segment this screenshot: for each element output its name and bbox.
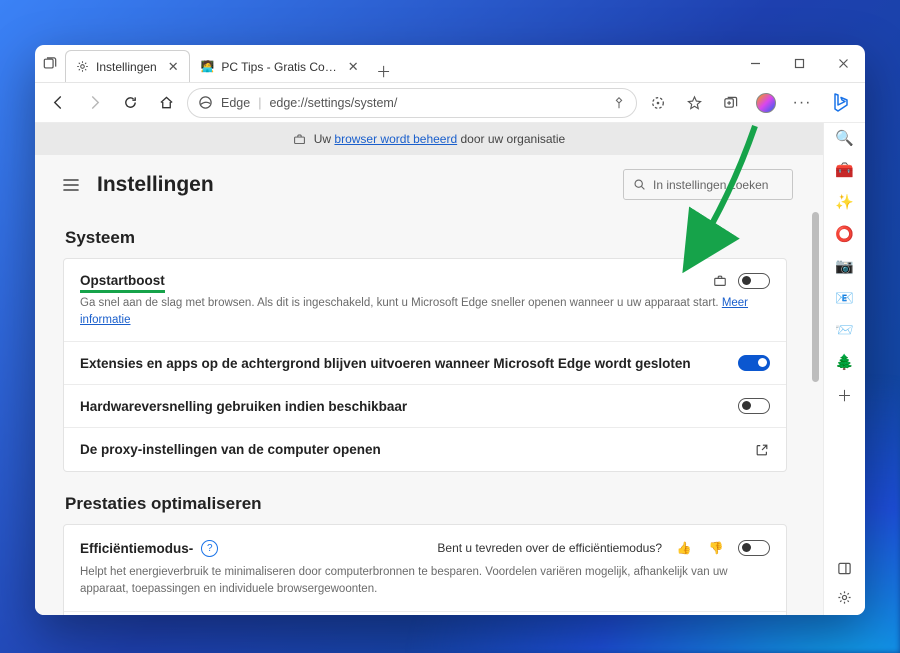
new-tab-button[interactable]: ＋: [370, 61, 398, 82]
more-button[interactable]: ···: [787, 88, 817, 118]
maximize-button[interactable]: [777, 45, 821, 82]
settings-search[interactable]: In instellingen zoeken: [623, 169, 793, 200]
collections-icon[interactable]: [715, 88, 745, 118]
back-button[interactable]: [43, 88, 73, 118]
external-link-icon: [753, 441, 770, 458]
perf-card: Efficiëntiemodus- ? Bent u tevreden over…: [63, 524, 787, 615]
system-card: Opstartboost Ga snel aan de slag met bro…: [63, 258, 787, 472]
tab-label: Instellingen: [96, 60, 157, 74]
favorites-icon[interactable]: [679, 88, 709, 118]
startup-boost-desc: Ga snel aan de slag met browsen. Als dit…: [80, 295, 770, 328]
reader-icon[interactable]: [612, 96, 626, 110]
page-header: Instellingen In instellingen zoeken: [35, 155, 823, 206]
forward-button[interactable]: [79, 88, 109, 118]
address-bar[interactable]: Edge | edge://settings/system/: [187, 88, 637, 118]
send-icon[interactable]: 📨: [835, 321, 854, 339]
tab-label: PC Tips - Gratis Computer Tips.: [221, 60, 336, 74]
toolbar: Edge | edge://settings/system/ ···: [35, 83, 865, 123]
row-efficiency: Efficiëntiemodus- ? Bent u tevreden over…: [64, 525, 786, 611]
proxy-title: De proxy-instellingen van de computer op…: [80, 442, 743, 457]
profile-button[interactable]: [751, 88, 781, 118]
tree-icon[interactable]: 🌲: [835, 353, 854, 371]
tab-pctips[interactable]: 🧑‍💻 PC Tips - Gratis Computer Tips. ✕: [190, 50, 370, 82]
hardware-accel-toggle[interactable]: [738, 398, 770, 414]
minimize-button[interactable]: [733, 45, 777, 82]
efficiency-title: Efficiëntiemodus-: [80, 541, 193, 556]
tab-settings[interactable]: Instellingen ✕: [65, 50, 190, 82]
camera-icon[interactable]: 📷: [835, 257, 854, 275]
tab-actions-button[interactable]: [35, 45, 65, 82]
home-button[interactable]: [151, 88, 181, 118]
gear-icon: [76, 60, 89, 73]
hardware-accel-title: Hardwareversnelling gebruiken indien bes…: [80, 399, 728, 414]
section-system-heading: Systeem: [65, 228, 787, 248]
briefcase-icon[interactable]: 🧰: [835, 161, 854, 179]
circle-icon[interactable]: ⭕: [835, 225, 854, 243]
titlebar: Instellingen ✕ 🧑‍💻 PC Tips - Gratis Comp…: [35, 45, 865, 83]
settings-gear-icon[interactable]: [837, 590, 852, 605]
page-title: Instellingen: [97, 173, 611, 197]
close-icon[interactable]: ✕: [348, 59, 359, 75]
row-background-extensions: Extensies en apps op de achtergrond blij…: [64, 342, 786, 385]
help-icon[interactable]: ?: [201, 540, 218, 557]
bing-button[interactable]: [823, 86, 857, 120]
managed-banner: Uw browser wordt beheerd door uw organis…: [35, 123, 823, 155]
background-extensions-toggle[interactable]: [738, 355, 770, 371]
window-controls: [733, 45, 865, 82]
close-button[interactable]: [821, 45, 865, 82]
managed-link[interactable]: browser wordt beheerd: [334, 132, 457, 146]
efficiency-desc: Helpt het energieverbruik te minimaliser…: [80, 564, 770, 597]
side-rail: 🔍 🧰 ✨ ⭕ 📷 📧 📨 🌲 ＋: [823, 123, 865, 615]
thumbs-down-button[interactable]: 👎: [706, 538, 726, 558]
tabstrip: Instellingen ✕ 🧑‍💻 PC Tips - Gratis Comp…: [65, 45, 733, 82]
mail-icon[interactable]: 📧: [835, 289, 854, 307]
efficiency-toggle[interactable]: [738, 540, 770, 556]
address-engine: Edge: [221, 96, 250, 110]
menu-button[interactable]: [57, 171, 85, 199]
briefcase-icon: [711, 272, 728, 289]
scrollbar-thumb[interactable]: [812, 212, 819, 382]
site-icon: 🧑‍💻: [201, 60, 215, 73]
browser-window: Instellingen ✕ 🧑‍💻 PC Tips - Gratis Comp…: [35, 45, 865, 615]
efficiency-question: Bent u tevreden over de efficiëntiemodus…: [437, 541, 662, 555]
address-url: edge://settings/system/: [269, 96, 397, 110]
panel-icon[interactable]: [837, 561, 852, 576]
row-hardware-accel: Hardwareversnelling gebruiken indien bes…: [64, 385, 786, 428]
row-gaming: Verbeter uw pc-gamingervaring met de Ben…: [64, 612, 786, 615]
startup-boost-title: Opstartboost: [80, 273, 165, 290]
startup-boost-toggle[interactable]: [738, 273, 770, 289]
briefcase-icon: [293, 133, 306, 146]
thumbs-up-button[interactable]: 👍: [674, 538, 694, 558]
search-placeholder: In instellingen zoeken: [653, 178, 768, 192]
search-icon[interactable]: 🔍: [835, 129, 854, 147]
tracking-icon[interactable]: [643, 88, 673, 118]
row-proxy-settings[interactable]: De proxy-instellingen van de computer op…: [64, 428, 786, 471]
content-area: Uw browser wordt beheerd door uw organis…: [35, 123, 823, 615]
add-icon[interactable]: ＋: [837, 385, 852, 406]
background-extensions-title: Extensies en apps op de achtergrond blij…: [80, 356, 728, 371]
edge-icon: [198, 95, 213, 110]
close-icon[interactable]: ✕: [168, 59, 179, 75]
row-startup-boost: Opstartboost Ga snel aan de slag met bro…: [64, 259, 786, 342]
search-icon: [633, 178, 646, 191]
sparkle-icon[interactable]: ✨: [835, 193, 854, 211]
refresh-button[interactable]: [115, 88, 145, 118]
section-perf-heading: Prestaties optimaliseren: [65, 494, 787, 514]
